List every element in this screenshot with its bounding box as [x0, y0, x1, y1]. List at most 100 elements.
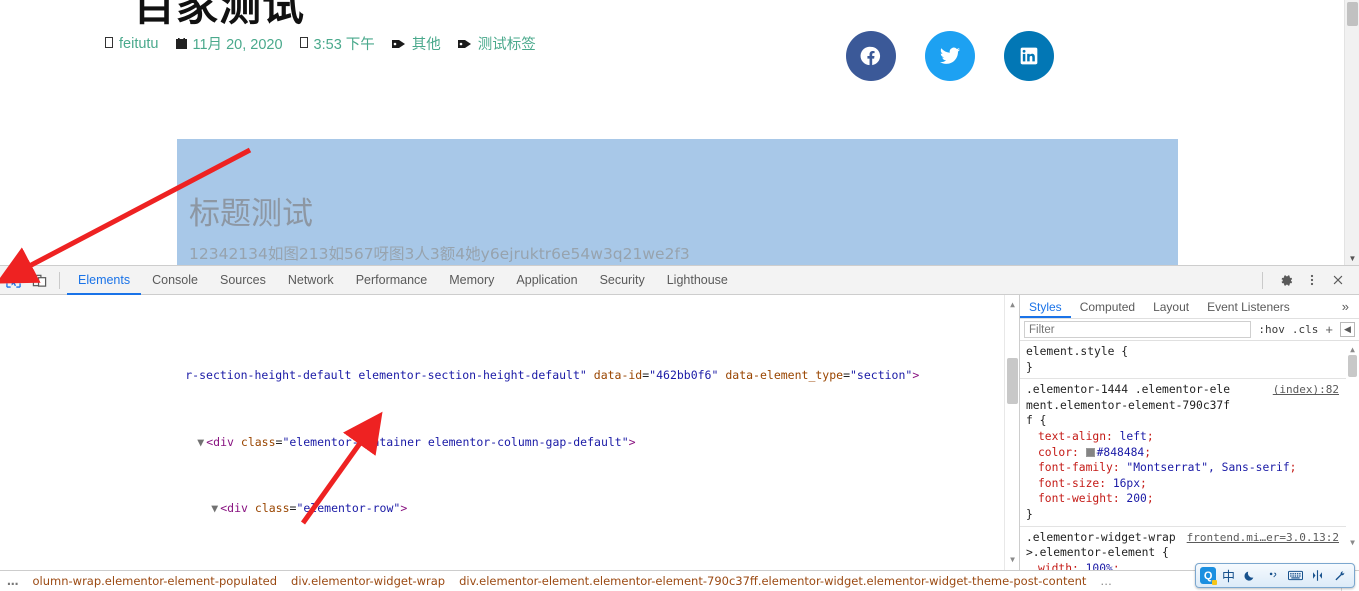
new-style-rule-icon[interactable]: + [1325, 322, 1333, 337]
declaration-value[interactable]: 16px [1113, 477, 1140, 490]
rule-source-link[interactable]: frontend.mi…er=3.0.13:2 [1187, 530, 1339, 546]
tab-layout[interactable]: Layout [1144, 295, 1198, 318]
hover-state-button[interactable]: :hov [1258, 323, 1285, 336]
breadcrumb-item-selected[interactable]: div.elementor-element.elementor-element-… [452, 574, 1093, 588]
scroll-down-arrow-icon[interactable]: ▼ [1005, 552, 1019, 569]
rule-selector[interactable]: element.style { [1026, 344, 1359, 360]
scroll-down-arrow-icon[interactable]: ▼ [1346, 535, 1359, 551]
scroll-up-arrow-icon[interactable]: ▲ [1005, 297, 1019, 314]
dom-tree-code: r-section-height-default elementor-secti… [0, 295, 1019, 571]
page-scrollbar-thumb[interactable] [1347, 2, 1358, 26]
social-share-row [846, 31, 1054, 81]
styles-filter-bar: :hov .cls + ◀ [1020, 319, 1359, 341]
ime-toolbar[interactable]: Q 中 [1195, 563, 1355, 588]
highlight-heading: 标题测试 [189, 196, 313, 232]
element-classes-button[interactable]: .cls [1292, 323, 1319, 336]
declaration-font-weight[interactable]: font-weight: 200; [1026, 491, 1359, 507]
styles-tab-list: Styles Computed Layout Event Listeners » [1020, 295, 1359, 319]
devtools-panel: Elements Console Sources Network Perform… [0, 265, 1359, 591]
dom-scrollbar-thumb[interactable] [1007, 358, 1018, 404]
tab-lighthouse[interactable]: Lighthouse [656, 266, 739, 295]
declaration-font-size[interactable]: font-size: 16px; [1026, 476, 1359, 492]
declaration-value[interactable]: #848484 [1097, 446, 1145, 459]
tab-security[interactable]: Security [589, 266, 656, 295]
declaration-value[interactable]: left [1120, 430, 1147, 443]
declaration-value[interactable]: 200 [1126, 492, 1146, 505]
declaration-text-align[interactable]: text-align: left; [1026, 429, 1359, 445]
tab-styles[interactable]: Styles [1020, 295, 1071, 318]
breadcrumb-overflow-left[interactable]: … [0, 574, 26, 588]
breadcrumb-item[interactable]: olumn-wrap.elementor-element-populated [26, 574, 285, 588]
devtools-tab-list: Elements Console Sources Network Perform… [67, 266, 739, 295]
scroll-down-arrow-icon[interactable]: ▼ [1345, 255, 1359, 263]
tab-elements[interactable]: Elements [67, 266, 141, 295]
dom-line[interactable]: ▼<div class="elementor-column elementor-… [0, 550, 1019, 572]
color-swatch[interactable] [1085, 447, 1095, 457]
breadcrumb: … olumn-wrap.elementor-element-populated… [0, 570, 1359, 591]
toolbox-icon[interactable] [1330, 565, 1350, 586]
dom-line[interactable]: ▼ <div class="elementor-row"> [0, 484, 1019, 515]
breadcrumb-overflow-right[interactable]: … [1093, 574, 1119, 588]
simplified-traditional-icon[interactable] [1307, 565, 1327, 586]
facebook-share-button[interactable] [846, 31, 896, 81]
user-icon [105, 37, 113, 50]
tab-performance[interactable]: Performance [345, 266, 439, 295]
meta-time: 3:53 下午 [299, 33, 375, 54]
tab-memory[interactable]: Memory [438, 266, 505, 295]
tab-computed[interactable]: Computed [1071, 295, 1144, 318]
linkedin-share-button[interactable] [1004, 31, 1054, 81]
punctuation-icon[interactable] [1263, 565, 1283, 586]
meta-tag: 测试标签 [457, 33, 536, 54]
page-scrollbar[interactable]: ▼ [1344, 0, 1359, 265]
post-meta: feitutu 11月 20, 2020 3:53 下午 其他 测试标签 [105, 33, 553, 54]
toolbar-divider [1262, 271, 1263, 289]
declaration-value[interactable]: "Montserrat", Sans-serif [1126, 461, 1289, 474]
dom-line[interactable]: r-section-height-default elementor-secti… [0, 351, 1019, 382]
meta-author-label[interactable]: feitutu [119, 36, 159, 52]
calendar-icon [175, 37, 187, 50]
page-title: 百家测试 [133, 0, 306, 30]
style-rule-element-style[interactable]: element.style { } [1020, 341, 1359, 380]
styles-filter-input[interactable] [1024, 321, 1252, 338]
styles-scrollbar[interactable]: ▲ ▼ [1346, 341, 1359, 571]
breadcrumb-item[interactable]: div.elementor-widget-wrap [284, 574, 452, 588]
rule-selector[interactable]: .elementor-widget-wrap>.elementor-elemen… [1026, 530, 1186, 561]
styles-rules-list[interactable]: element.style { } (index):82 .elementor-… [1020, 341, 1359, 571]
tab-network[interactable]: Network [277, 266, 345, 295]
declaration-color[interactable]: color: #848484; [1026, 445, 1359, 461]
tab-console[interactable]: Console [141, 266, 209, 295]
meta-time-label: 3:53 下午 [313, 37, 375, 53]
twitter-icon [939, 45, 961, 67]
rule-source-link[interactable]: (index):82 [1273, 382, 1339, 398]
toggle-sidebar-icon[interactable]: ◀ [1340, 322, 1355, 337]
styles-pane: Styles Computed Layout Event Listeners »… [1019, 295, 1359, 571]
settings-gear-icon[interactable] [1273, 267, 1299, 293]
dom-tree-scrollbar[interactable]: ▲ ▼ [1004, 295, 1019, 571]
close-icon[interactable] [1325, 267, 1351, 293]
selected-element-highlight: 标题测试 12342134如图213如567呀图3人3额4她y6ejruktr6… [177, 139, 1178, 265]
ime-logo-icon[interactable]: Q [1200, 567, 1218, 585]
more-tabs-icon[interactable]: » [1332, 295, 1359, 318]
meta-category-label[interactable]: 其他 [412, 33, 441, 54]
inspect-element-icon[interactable] [0, 267, 26, 293]
rule-selector[interactable]: .elementor-1444 .elementor-element.eleme… [1026, 382, 1231, 429]
meta-tag-label[interactable]: 测试标签 [478, 33, 536, 54]
rule-close-brace: } [1026, 507, 1033, 521]
twitter-share-button[interactable] [925, 31, 975, 81]
tag-icon [457, 38, 472, 50]
style-rule-elementor-element[interactable]: (index):82 .elementor-1444 .elementor-el… [1020, 379, 1359, 527]
keyboard-icon[interactable] [1285, 565, 1305, 586]
more-options-icon[interactable] [1299, 267, 1325, 293]
tag-icon [391, 38, 406, 50]
tab-event-listeners[interactable]: Event Listeners [1198, 295, 1299, 318]
tab-application[interactable]: Application [505, 266, 588, 295]
device-toolbar-icon[interactable] [26, 267, 52, 293]
ime-language-mode[interactable]: 中 [1218, 565, 1238, 586]
declaration-font-family[interactable]: font-family: "Montserrat", Sans-serif; [1026, 460, 1359, 476]
moon-icon[interactable] [1241, 565, 1261, 586]
dom-line[interactable]: ▼ <div class="elementor-container element… [0, 417, 1019, 449]
dom-tree-pane[interactable]: r-section-height-default elementor-secti… [0, 295, 1019, 571]
tab-sources[interactable]: Sources [209, 266, 277, 295]
highlight-body-text: 12342134如图213如567呀图3人3额4她y6ejruktr6e54w3… [189, 245, 690, 263]
styles-scrollbar-thumb[interactable] [1348, 355, 1357, 377]
